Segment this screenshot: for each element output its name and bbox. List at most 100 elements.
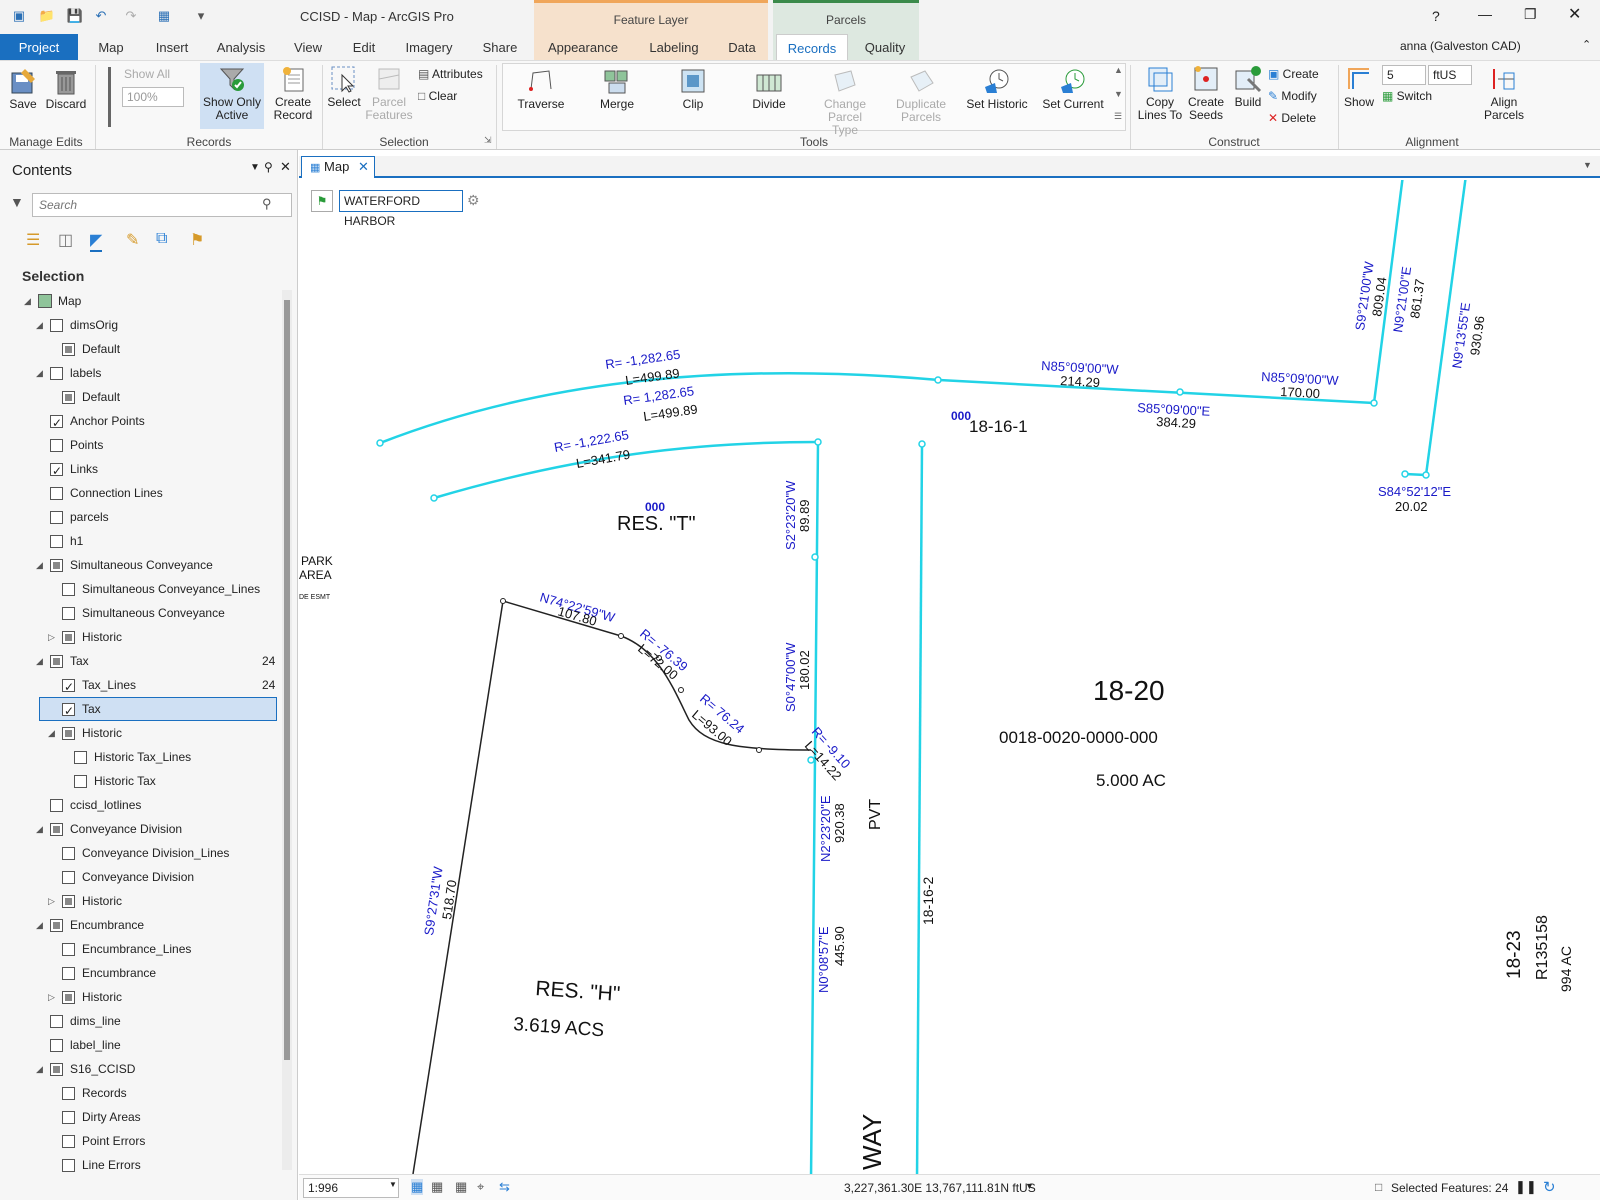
layer-tree-item[interactable]: ccisd_lotlines	[0, 794, 280, 816]
layer-visibility-checkbox[interactable]	[74, 775, 87, 788]
pause-drawing-icon[interactable]: ❚❚	[1515, 1179, 1537, 1195]
layer-tree-item[interactable]: Records	[0, 1082, 280, 1104]
map-canvas[interactable]: R= -1,282.65 L=499.89 R= 1,282.65 L=499.…	[299, 180, 1600, 1174]
layer-visibility-checkbox[interactable]	[50, 1015, 63, 1028]
selection-view-icon[interactable]: ◤	[90, 230, 103, 252]
layer-visibility-checkbox[interactable]	[50, 1039, 63, 1052]
layer-tree-item[interactable]: ◢ Simultaneous Conveyance	[0, 554, 280, 576]
labeling-view-icon[interactable]: ⚑	[190, 230, 204, 250]
layer-visibility-checkbox[interactable]	[62, 1087, 75, 1100]
alignment-unit-select[interactable]: ftUS	[1428, 65, 1472, 85]
modify-button[interactable]: ✎ Modify	[1268, 87, 1317, 105]
tab-appearance[interactable]: Appearance	[540, 34, 626, 60]
editing-view-icon[interactable]: ✎	[126, 230, 139, 250]
layer-tree-item[interactable]: Anchor Points	[0, 410, 280, 434]
layer-tree-item[interactable]: ◢ Historic	[0, 722, 280, 744]
delete-button[interactable]: ✕ Delete	[1268, 109, 1316, 127]
expand-icon[interactable]: ▷	[48, 626, 58, 648]
tab-insert[interactable]: Insert	[148, 34, 196, 60]
layer-tree-item[interactable]: ◢ S16_CCISD	[0, 1058, 280, 1080]
layer-visibility-checkbox[interactable]	[62, 1111, 75, 1124]
set-historic-button[interactable]: Set Historic	[966, 67, 1028, 111]
layer-visibility-checkbox[interactable]	[62, 895, 75, 908]
show-all-button[interactable]: Show All	[124, 65, 170, 83]
fixed-zoom-icon[interactable]: ▦	[411, 1179, 424, 1195]
layer-tree-item[interactable]: h1	[0, 530, 280, 552]
layer-visibility-checkbox[interactable]	[62, 343, 75, 356]
layer-tree-item[interactable]: ◢ Encumbrance	[0, 914, 280, 936]
layer-tree-item[interactable]: Default	[0, 386, 280, 408]
collapse-icon[interactable]: ◢	[36, 314, 46, 336]
layer-visibility-checkbox[interactable]	[62, 700, 75, 722]
create-button[interactable]: ▣ Create	[1268, 65, 1319, 83]
collapse-icon[interactable]: ◢	[36, 914, 46, 936]
gallery-scroll-down-icon[interactable]: ▼	[1114, 89, 1123, 99]
layer-visibility-checkbox[interactable]	[50, 535, 63, 548]
drawing-order-icon[interactable]: ☰	[26, 230, 40, 250]
scale-selector[interactable]: 1:996	[303, 1178, 399, 1198]
tab-labeling[interactable]: Labeling	[642, 34, 706, 60]
layer-visibility-checkbox[interactable]	[50, 511, 63, 524]
layer-visibility-checkbox[interactable]	[50, 655, 63, 668]
show-only-active-button[interactable]: Show Only Active	[200, 63, 264, 129]
layer-tree-item[interactable]: ◢ Map	[0, 290, 280, 312]
layer-tree-item[interactable]: ◢ Conveyance Division	[0, 818, 280, 840]
tab-records[interactable]: Records	[776, 34, 848, 60]
layer-visibility-checkbox[interactable]	[62, 727, 75, 740]
scale-dropdown-icon[interactable]: ▼	[389, 1180, 397, 1189]
gallery-scroll-up-icon[interactable]: ▲	[1114, 65, 1123, 75]
layer-visibility-checkbox[interactable]	[62, 631, 75, 644]
close-pane-icon[interactable]: ✕	[280, 159, 291, 175]
snapping-view-icon[interactable]: ⧉	[156, 230, 167, 248]
layout-icon[interactable]: ▦	[155, 8, 173, 24]
tab-imagery[interactable]: Imagery	[398, 34, 460, 60]
user-account[interactable]: anna (Galveston CAD)	[1400, 39, 1521, 53]
layer-visibility-checkbox[interactable]	[62, 967, 75, 980]
tab-map[interactable]: Map	[90, 34, 132, 60]
layer-tree-item[interactable]: Connection Lines	[0, 482, 280, 504]
layer-visibility-checkbox[interactable]	[62, 607, 75, 620]
new-project-icon[interactable]: ▣	[10, 8, 28, 24]
layer-visibility-checkbox[interactable]	[50, 799, 63, 812]
collapse-icon[interactable]: ◢	[36, 1058, 46, 1080]
layer-visibility-checkbox[interactable]	[74, 751, 87, 764]
gallery-expand-icon[interactable]: ☰	[1114, 111, 1122, 122]
help-icon[interactable]: ?	[1432, 8, 1440, 24]
collapse-icon[interactable]: ◢	[24, 290, 34, 312]
layer-tree-item[interactable]: Tax_Lines 24	[0, 674, 280, 698]
collapse-icon[interactable]: ◢	[36, 362, 46, 384]
layer-visibility-checkbox[interactable]	[50, 319, 63, 332]
layer-tree-item[interactable]: ▷ Historic	[0, 986, 280, 1008]
minimize-icon[interactable]: —	[1478, 6, 1492, 22]
traverse-button[interactable]: Traverse	[512, 67, 570, 111]
layer-tree-item[interactable]: ◢ dimsOrig	[0, 314, 280, 336]
layer-tree-item[interactable]: Dirty Areas	[0, 1106, 280, 1128]
layer-tree-item[interactable]: parcels	[0, 506, 280, 528]
layer-tree-item[interactable]: ▷ Historic	[0, 890, 280, 912]
undo-icon[interactable]: ↶	[92, 8, 110, 24]
show-alignment-button[interactable]: Show	[1342, 65, 1376, 109]
discard-button[interactable]: Discard	[44, 67, 88, 111]
layer-tree-item[interactable]: ▷ Historic	[0, 626, 280, 648]
tab-analysis[interactable]: Analysis	[212, 34, 270, 60]
layer-tree-item[interactable]: Simultaneous Conveyance	[0, 602, 280, 624]
layer-visibility-checkbox[interactable]	[62, 583, 75, 596]
build-button[interactable]: Build	[1228, 65, 1268, 109]
attributes-button[interactable]: ▤ Attributes	[418, 65, 483, 83]
layer-tree-item[interactable]: label_line	[0, 1034, 280, 1056]
customize-toolbar-icon[interactable]: ▾	[192, 8, 210, 24]
layer-visibility-checkbox[interactable]	[62, 943, 75, 956]
record-settings-gear-icon[interactable]: ⚙	[467, 192, 480, 209]
layer-tree-item[interactable]: Conveyance Division_Lines	[0, 842, 280, 864]
clip-button[interactable]: Clip	[664, 67, 722, 111]
restore-icon[interactable]: ❐	[1524, 6, 1537, 23]
layer-visibility-checkbox[interactable]	[50, 439, 63, 452]
refresh-icon[interactable]: ↻	[1543, 1178, 1556, 1196]
tab-view[interactable]: View	[286, 34, 330, 60]
layer-visibility-checkbox[interactable]	[62, 991, 75, 1004]
close-map-tab-icon[interactable]: ✕	[358, 157, 369, 177]
layer-tree-item[interactable]: dims_line	[0, 1010, 280, 1032]
layer-visibility-checkbox[interactable]	[62, 847, 75, 860]
switch-button[interactable]: ▦ Switch	[1382, 87, 1432, 105]
tab-edit[interactable]: Edit	[346, 34, 382, 60]
